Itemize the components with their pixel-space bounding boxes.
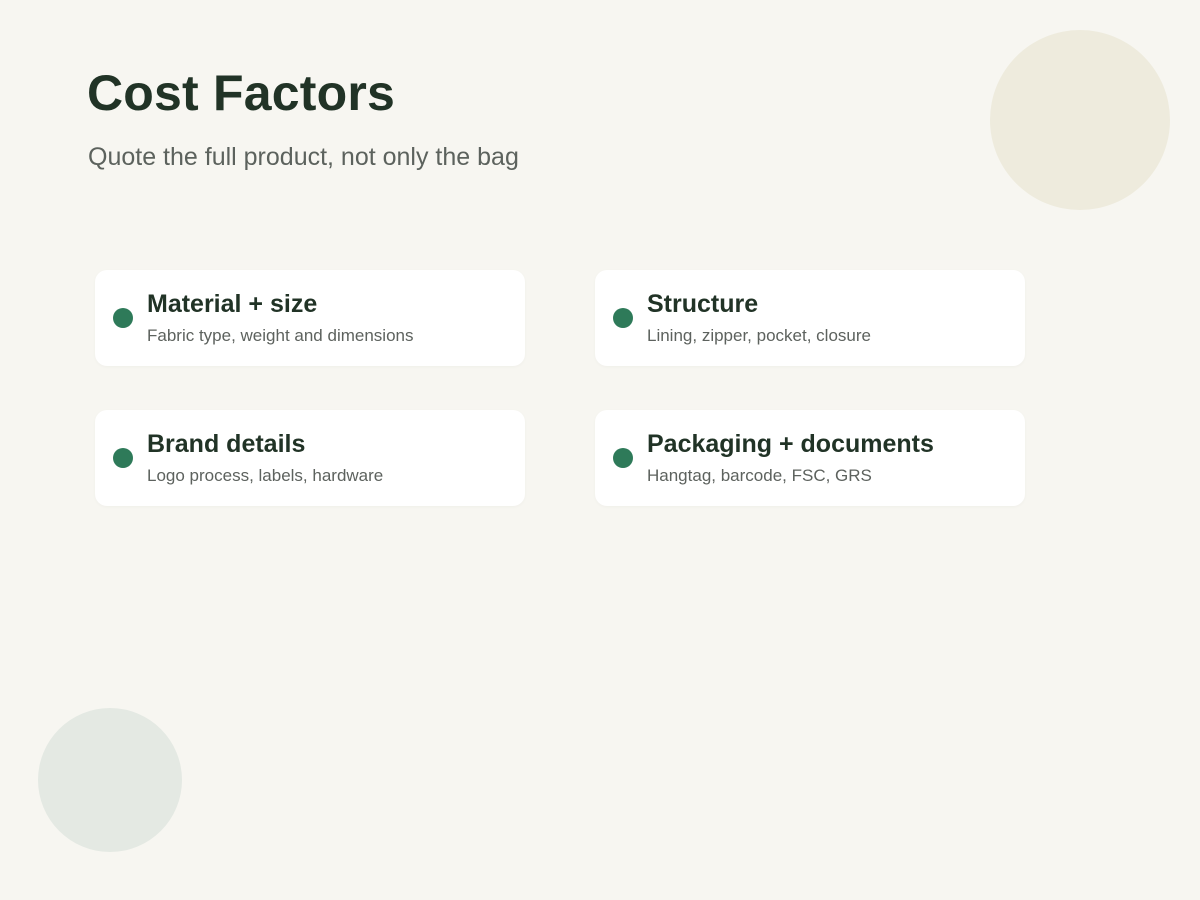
factor-card-structure: Structure Lining, zipper, pocket, closur… (595, 270, 1025, 366)
factor-description: Lining, zipper, pocket, closure (647, 326, 871, 345)
factor-card-brand-details: Brand details Logo process, labels, hard… (95, 410, 525, 506)
factor-title: Material + size (147, 290, 318, 318)
bullet-dot-icon (113, 308, 133, 328)
factor-card-material-size: Material + size Fabric type, weight and … (95, 270, 525, 366)
bullet-dot-icon (113, 448, 133, 468)
factor-card-packaging-documents: Packaging + documents Hangtag, barcode, … (595, 410, 1025, 506)
decorative-circle-top (990, 30, 1170, 210)
page-subtitle: Quote the full product, not only the bag (88, 143, 519, 171)
bullet-dot-icon (613, 448, 633, 468)
factor-title: Brand details (147, 430, 306, 458)
factor-description: Fabric type, weight and dimensions (147, 326, 414, 345)
factor-title: Packaging + documents (647, 430, 934, 458)
bullet-dot-icon (613, 308, 633, 328)
decorative-circle-bottom (38, 708, 182, 852)
factor-description: Logo process, labels, hardware (147, 466, 384, 485)
factor-title: Structure (647, 290, 759, 318)
factor-description: Hangtag, barcode, FSC, GRS (647, 466, 872, 485)
page-title: Cost Factors (87, 65, 396, 121)
